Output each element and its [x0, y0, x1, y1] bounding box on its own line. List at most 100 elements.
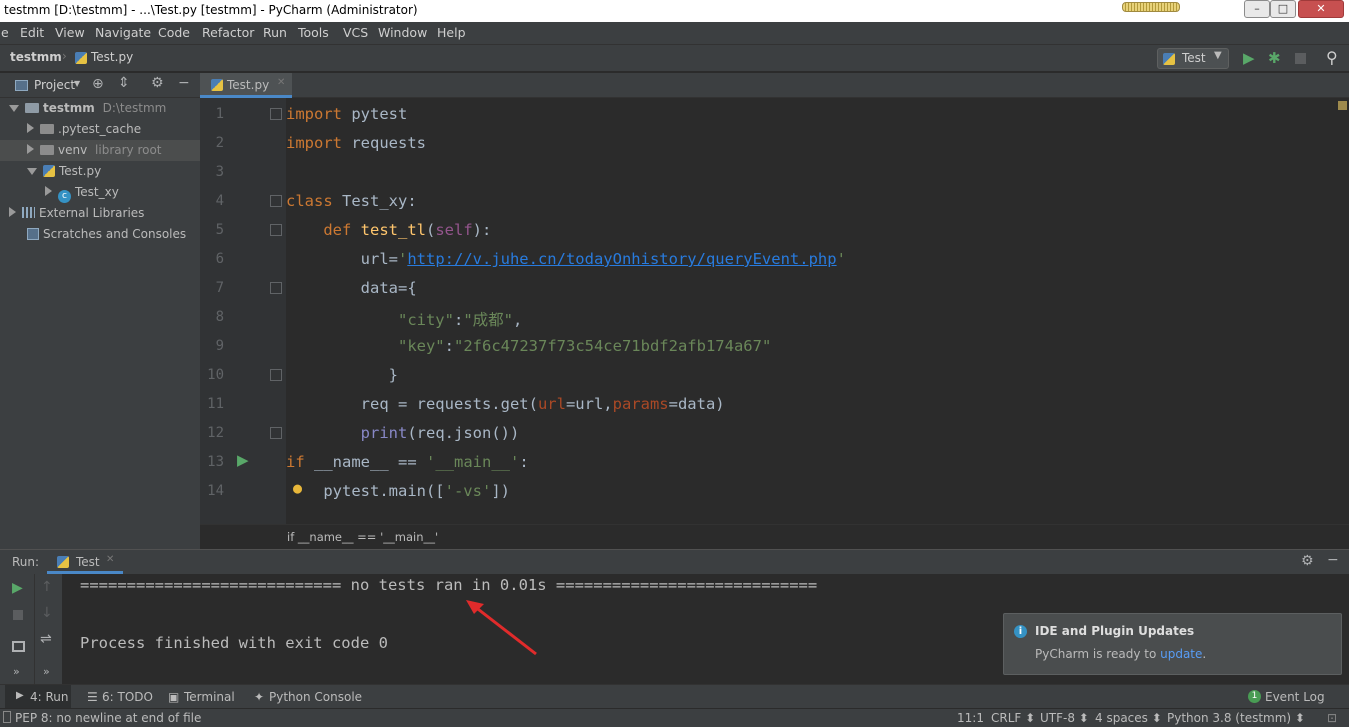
menu-window[interactable]: Window — [378, 25, 427, 40]
breadcrumb-file[interactable]: Test.py — [91, 50, 133, 64]
fold-marker-icon[interactable] — [270, 427, 282, 439]
encoding-select[interactable]: UTF-8 ⬍ — [1040, 711, 1089, 725]
tab-test-py[interactable]: Test.py ✕ — [200, 73, 292, 98]
tab-python-console[interactable]: Python Console — [269, 690, 362, 704]
collapse-arrow-icon[interactable] — [45, 186, 52, 196]
minimize-button[interactable]: – — [1244, 0, 1270, 18]
layout-icon[interactable] — [12, 641, 25, 652]
navigation-bar: testmm › Test.py Test ▼ ▶ ✱ ⚲ — [0, 44, 1349, 72]
tree-label: Test_xy — [75, 185, 119, 199]
line-number: 3 — [215, 164, 224, 180]
collapse-icon[interactable]: ⇕ — [118, 75, 130, 91]
tab-event-log[interactable]: Event Log — [1265, 690, 1325, 704]
update-notification[interactable]: i IDE and Plugin Updates PyCharm is read… — [1003, 613, 1342, 675]
menu-help[interactable]: Help — [437, 25, 466, 40]
run-panel-label: Run: — [12, 555, 40, 569]
tab-terminal[interactable]: Terminal — [184, 690, 235, 704]
menu-view[interactable]: View — [55, 25, 85, 40]
menu-vcs[interactable]: VCS — [343, 25, 368, 40]
editor-breadcrumb[interactable]: if __name__ == '__main__' — [200, 524, 1349, 548]
menu-edit[interactable]: Edit — [20, 25, 44, 40]
fold-marker-icon[interactable] — [270, 195, 282, 207]
python-file-icon — [211, 79, 223, 91]
project-view-selector[interactable]: Project — [34, 78, 75, 92]
tree-item-pytest-cache[interactable]: .pytest_cache — [0, 119, 200, 140]
hide-icon[interactable]: − — [1327, 552, 1339, 568]
fold-marker-icon[interactable] — [270, 369, 282, 381]
rerun-icon[interactable]: ▶ — [12, 580, 23, 596]
debug-icon[interactable]: ✱ — [1268, 49, 1281, 67]
menu-bar: e Edit View Navigate Code Refactor Run T… — [0, 22, 1349, 44]
menu-file[interactable]: e — [1, 25, 9, 40]
menu-navigate[interactable]: Navigate — [95, 25, 151, 40]
breadcrumb-project[interactable]: testmm — [10, 50, 62, 64]
fold-marker-icon[interactable] — [270, 224, 282, 236]
collapse-arrow-icon[interactable] — [9, 207, 16, 217]
tree-item-venv[interactable]: venv library root — [0, 140, 200, 161]
more-icon[interactable]: » — [13, 665, 20, 678]
expand-arrow-icon[interactable] — [9, 105, 19, 112]
down-arrow-icon[interactable]: ↓ — [41, 605, 53, 621]
more-icon[interactable]: » — [43, 665, 50, 678]
terminal-icon: ▣ — [168, 690, 180, 704]
status-toggle-icon[interactable] — [3, 711, 11, 723]
menu-refactor[interactable]: Refactor — [202, 25, 254, 40]
tab-label: Test.py — [227, 78, 270, 92]
inspection-status-icon — [1338, 101, 1347, 110]
line-number: 8 — [215, 309, 224, 325]
code-line: url='http://v.juhe.cn/todayOnhistory/que… — [286, 250, 846, 268]
code-editor[interactable]: import pytest import requests class Test… — [286, 98, 1335, 524]
close-button[interactable]: ✕ — [1298, 0, 1344, 18]
menu-run[interactable]: Run — [263, 25, 287, 40]
run-gutter-icon[interactable]: ▶ — [237, 451, 249, 469]
menu-tools[interactable]: Tools — [298, 25, 329, 40]
tree-item-external-libraries[interactable]: External Libraries — [0, 203, 200, 224]
project-panel-header: Project ▼ ⊕ ⇕ ⚙ − — [0, 73, 200, 98]
tree-item-test-xy[interactable]: c Test_xy — [0, 182, 200, 203]
tab-run-test[interactable]: Test ✕ — [47, 550, 123, 574]
close-icon[interactable]: ✕ — [106, 554, 114, 565]
run-config-label: Test — [1182, 51, 1206, 65]
line-number: 6 — [215, 251, 224, 267]
tab-todo[interactable]: 6: TODO — [102, 690, 153, 704]
run-toolbar: ▶ » — [0, 574, 34, 684]
collapse-arrow-icon[interactable] — [27, 123, 34, 133]
locate-icon[interactable]: ⊕ — [92, 76, 104, 92]
tree-item-testmm[interactable]: testmm D:\testmm — [0, 98, 200, 119]
line-number: 5 — [215, 222, 224, 238]
line-number: 9 — [215, 338, 224, 354]
tree-item-scratches[interactable]: Scratches and Consoles — [0, 224, 200, 245]
maximize-button[interactable]: □ — [1270, 0, 1296, 18]
code-line: if __name__ == '__main__': — [286, 453, 529, 471]
editor-scrollbar[interactable] — [1335, 98, 1349, 524]
menu-code[interactable]: Code — [158, 25, 190, 40]
soft-wrap-icon[interactable]: ⇌ — [40, 631, 52, 647]
indent-select[interactable]: 4 spaces ⬍ — [1095, 711, 1162, 725]
close-icon[interactable]: ✕ — [277, 77, 285, 88]
gear-icon[interactable]: ⚙ — [151, 75, 164, 91]
lightbulb-icon[interactable]: ● — [293, 479, 302, 497]
gear-icon[interactable]: ⚙ — [1301, 553, 1314, 569]
caret-position[interactable]: 11:1 — [957, 711, 984, 725]
lock-icon[interactable]: ⊡ — [1327, 711, 1337, 725]
project-tree: testmm D:\testmm .pytest_cache venv libr… — [0, 98, 200, 550]
tree-item-test-py[interactable]: Test.py — [0, 161, 200, 182]
line-separator-select[interactable]: CRLF ⬍ — [991, 711, 1035, 725]
stop-icon[interactable] — [13, 610, 23, 620]
line-number: 12 — [207, 425, 224, 441]
hide-icon[interactable]: − — [178, 75, 190, 91]
fold-marker-icon[interactable] — [270, 108, 282, 120]
search-icon[interactable]: ⚲ — [1326, 48, 1338, 67]
tab-run-label[interactable]: 4: Run — [30, 690, 69, 704]
fold-marker-icon[interactable] — [270, 282, 282, 294]
breadcrumb-label[interactable]: if __name__ == '__main__' — [287, 530, 438, 544]
collapse-arrow-icon[interactable] — [27, 144, 34, 154]
run-config-select[interactable]: Test ▼ — [1157, 48, 1229, 69]
interpreter-select[interactable]: Python 3.8 (testmm) ⬍ — [1167, 711, 1305, 725]
run-icon[interactable]: ▶ — [1243, 49, 1255, 67]
update-link[interactable]: update — [1160, 647, 1202, 661]
expand-arrow-icon[interactable] — [27, 168, 37, 175]
stop-icon[interactable] — [1295, 53, 1306, 64]
notification-text-end: . — [1202, 647, 1207, 661]
up-arrow-icon[interactable]: ↑ — [41, 579, 53, 595]
